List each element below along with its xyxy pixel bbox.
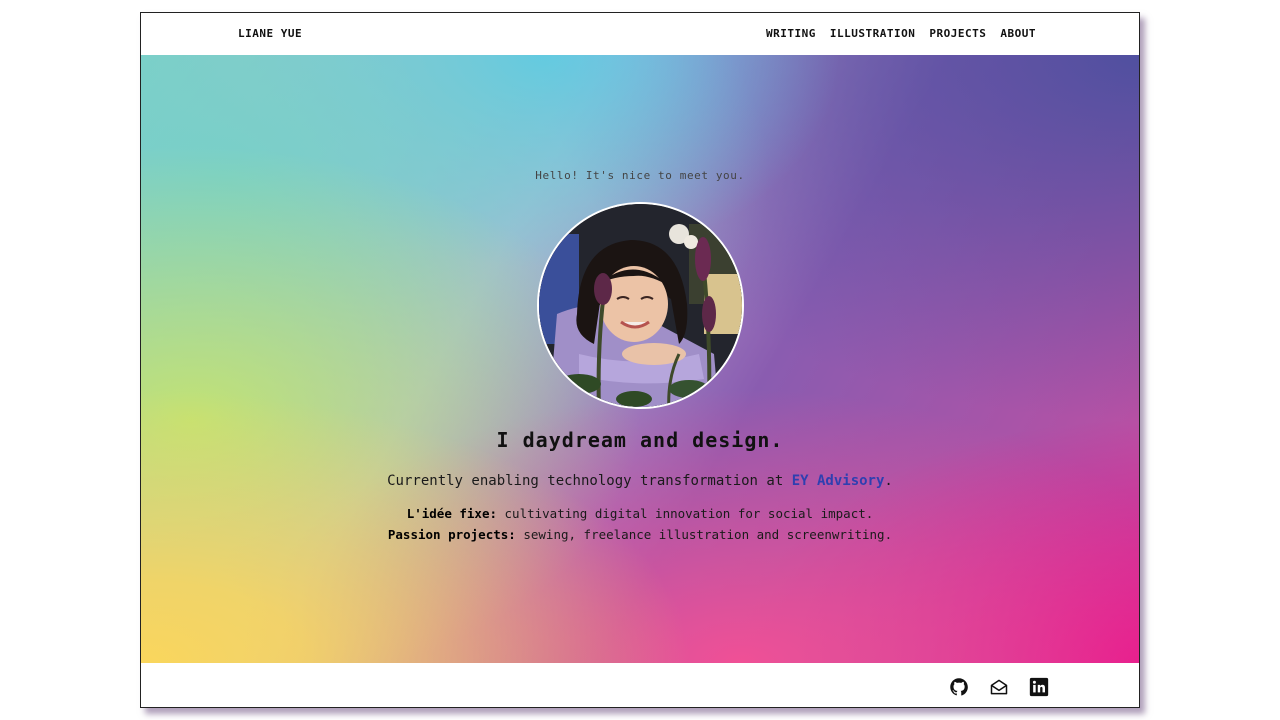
browser-frame: LIANE YUE WRITING ILLUSTRATION PROJECTS … bbox=[140, 12, 1140, 708]
hero-headline: I daydream and design. bbox=[496, 428, 784, 452]
passion-projects-value: sewing, freelance illustration and scree… bbox=[515, 527, 893, 542]
nav-link-illustration[interactable]: ILLUSTRATION bbox=[830, 27, 915, 40]
profile-photo bbox=[537, 202, 744, 409]
mail-icon[interactable] bbox=[989, 677, 1009, 697]
footer bbox=[141, 663, 1139, 707]
linkedin-icon[interactable] bbox=[1029, 677, 1049, 697]
current-role-prefix: Currently enabling technology transforma… bbox=[387, 473, 792, 489]
top-nav: LIANE YUE WRITING ILLUSTRATION PROJECTS … bbox=[141, 13, 1139, 55]
nav-link-projects[interactable]: PROJECTS bbox=[929, 27, 986, 40]
hero-section: Hello! It's nice to meet you. I daydream… bbox=[141, 55, 1139, 663]
social-icons bbox=[949, 677, 1049, 697]
current-role-text: Currently enabling technology transforma… bbox=[141, 473, 1139, 489]
passion-projects-label: Passion projects: bbox=[387, 527, 516, 542]
site-brand[interactable]: LIANE YUE bbox=[238, 27, 302, 40]
idee-fixe-label: L'idée fixe: bbox=[406, 506, 497, 521]
idee-fixe-text: L'idée fixe: cultivating digital innovat… bbox=[141, 506, 1139, 521]
ey-advisory-link[interactable]: EY Advisory bbox=[792, 473, 885, 489]
github-icon[interactable] bbox=[949, 677, 969, 697]
nav-link-about[interactable]: ABOUT bbox=[1000, 27, 1036, 40]
nav-link-writing[interactable]: WRITING bbox=[766, 27, 816, 40]
current-role-suffix: . bbox=[884, 473, 893, 489]
greeting-text: Hello! It's nice to meet you. bbox=[535, 169, 745, 182]
nav-links: WRITING ILLUSTRATION PROJECTS ABOUT bbox=[766, 27, 1036, 40]
idee-fixe-value: cultivating digital innovation for socia… bbox=[497, 506, 874, 521]
profile-photo-illustration bbox=[539, 204, 742, 407]
passion-projects-text: Passion projects: sewing, freelance illu… bbox=[141, 527, 1139, 542]
